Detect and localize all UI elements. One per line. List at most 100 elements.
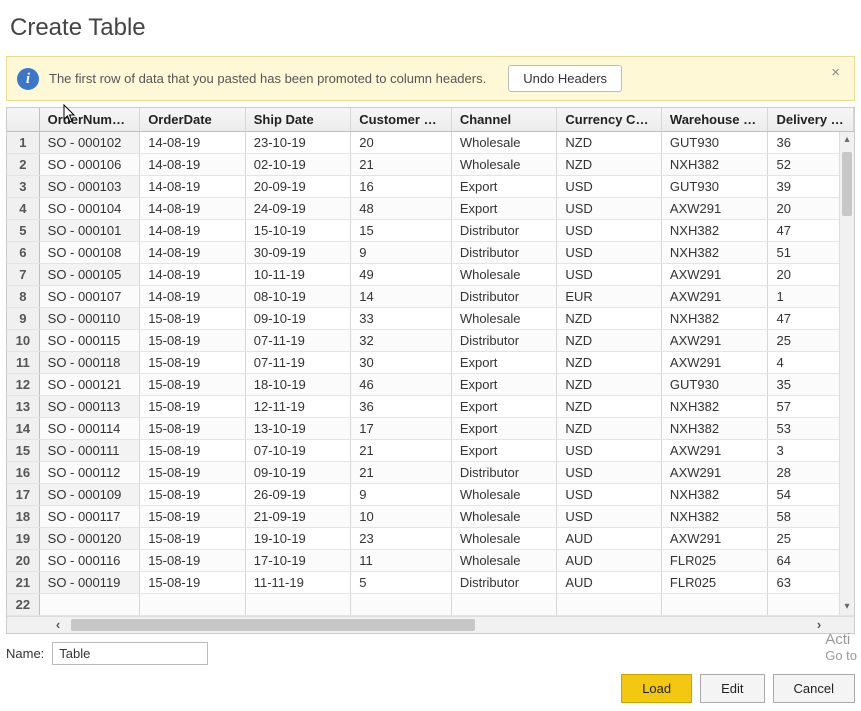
cell-warehouse[interactable]: NXH382 bbox=[661, 395, 768, 417]
cell-channel[interactable]: Wholesale bbox=[451, 527, 557, 549]
cell-ordernumber[interactable]: SO - 000108 bbox=[39, 241, 140, 263]
row-number[interactable]: 5 bbox=[7, 219, 39, 241]
cell-ordernumber[interactable]: SO - 000109 bbox=[39, 483, 140, 505]
cell-channel[interactable]: Export bbox=[451, 197, 557, 219]
cell-shipdate[interactable]: 13-10-19 bbox=[245, 417, 351, 439]
cell-warehouse[interactable]: NXH382 bbox=[661, 219, 768, 241]
cell-warehouse[interactable]: AXW291 bbox=[661, 285, 768, 307]
cell-orderdate[interactable]: 15-08-19 bbox=[140, 417, 246, 439]
cell-channel[interactable]: Export bbox=[451, 395, 557, 417]
row-number[interactable]: 22 bbox=[7, 593, 39, 615]
table-row[interactable]: 6SO - 00010814-08-1930-09-199Distributor… bbox=[7, 241, 854, 263]
cell-ordernumber[interactable]: SO - 000111 bbox=[39, 439, 140, 461]
cell-warehouse[interactable]: NXH382 bbox=[661, 153, 768, 175]
row-number[interactable]: 2 bbox=[7, 153, 39, 175]
cell-channel[interactable]: Export bbox=[451, 175, 557, 197]
cell-shipdate[interactable]: 18-10-19 bbox=[245, 373, 351, 395]
cell-customer[interactable]: 9 bbox=[351, 241, 452, 263]
cell-customer[interactable]: 48 bbox=[351, 197, 452, 219]
row-number[interactable]: 18 bbox=[7, 505, 39, 527]
cell-channel[interactable]: Wholesale bbox=[451, 153, 557, 175]
cell-currency[interactable]: NZD bbox=[557, 395, 662, 417]
scroll-up-icon[interactable]: ▴ bbox=[840, 132, 854, 148]
table-row[interactable]: 10SO - 00011515-08-1907-11-1932Distribut… bbox=[7, 329, 854, 351]
cell-currency[interactable]: NZD bbox=[557, 351, 662, 373]
cell-ordernumber[interactable]: SO - 000106 bbox=[39, 153, 140, 175]
cell-channel[interactable]: Wholesale bbox=[451, 505, 557, 527]
cell-warehouse[interactable]: AXW291 bbox=[661, 527, 768, 549]
cell-channel[interactable]: Wholesale bbox=[451, 307, 557, 329]
cell-warehouse[interactable]: AXW291 bbox=[661, 197, 768, 219]
table-row[interactable]: 21SO - 00011915-08-1911-11-195Distributo… bbox=[7, 571, 854, 593]
undo-headers-button[interactable]: Undo Headers bbox=[508, 65, 622, 92]
col-header-ordernumber[interactable]: OrderNumber bbox=[39, 108, 140, 131]
cell-warehouse[interactable]: FLR025 bbox=[661, 549, 768, 571]
row-number[interactable]: 11 bbox=[7, 351, 39, 373]
cell-currency[interactable]: USD bbox=[557, 505, 662, 527]
row-number[interactable]: 6 bbox=[7, 241, 39, 263]
cell-channel[interactable]: Wholesale bbox=[451, 549, 557, 571]
cell-channel[interactable]: Distributor bbox=[451, 241, 557, 263]
cell-orderdate[interactable]: 14-08-19 bbox=[140, 219, 246, 241]
cell-shipdate[interactable]: 30-09-19 bbox=[245, 241, 351, 263]
col-header-orderdate[interactable]: OrderDate bbox=[140, 108, 246, 131]
table-row[interactable]: 4SO - 00010414-08-1924-09-1948ExportUSDA… bbox=[7, 197, 854, 219]
row-number[interactable]: 19 bbox=[7, 527, 39, 549]
cell-shipdate[interactable]: 09-10-19 bbox=[245, 307, 351, 329]
cell-warehouse[interactable]: AXW291 bbox=[661, 263, 768, 285]
cell-currency[interactable]: USD bbox=[557, 439, 662, 461]
cell-shipdate[interactable]: 26-09-19 bbox=[245, 483, 351, 505]
cell-shipdate[interactable]: 17-10-19 bbox=[245, 549, 351, 571]
cell-customer[interactable]: 21 bbox=[351, 461, 452, 483]
cell-shipdate[interactable]: 02-10-19 bbox=[245, 153, 351, 175]
cell-ordernumber[interactable] bbox=[39, 593, 140, 615]
cell-orderdate[interactable]: 14-08-19 bbox=[140, 285, 246, 307]
cell-orderdate[interactable]: 14-08-19 bbox=[140, 131, 246, 153]
cell-ordernumber[interactable]: SO - 000119 bbox=[39, 571, 140, 593]
table-row[interactable]: 22 bbox=[7, 593, 854, 615]
table-row[interactable]: 9SO - 00011015-08-1909-10-1933WholesaleN… bbox=[7, 307, 854, 329]
table-row[interactable]: 13SO - 00011315-08-1912-11-1936ExportNZD… bbox=[7, 395, 854, 417]
cell-orderdate[interactable]: 15-08-19 bbox=[140, 483, 246, 505]
cell-customer[interactable]: 10 bbox=[351, 505, 452, 527]
table-name-input[interactable] bbox=[52, 642, 208, 665]
cell-warehouse[interactable]: NXH382 bbox=[661, 417, 768, 439]
cell-ordernumber[interactable]: SO - 000110 bbox=[39, 307, 140, 329]
cell-currency[interactable]: USD bbox=[557, 219, 662, 241]
cell-customer[interactable]: 21 bbox=[351, 439, 452, 461]
cell-orderdate[interactable]: 15-08-19 bbox=[140, 505, 246, 527]
cell-orderdate[interactable]: 15-08-19 bbox=[140, 329, 246, 351]
cell-ordernumber[interactable]: SO - 000115 bbox=[39, 329, 140, 351]
table-row[interactable]: 2SO - 00010614-08-1902-10-1921WholesaleN… bbox=[7, 153, 854, 175]
row-number[interactable]: 4 bbox=[7, 197, 39, 219]
cell-shipdate[interactable]: 21-09-19 bbox=[245, 505, 351, 527]
cell-orderdate[interactable]: 15-08-19 bbox=[140, 527, 246, 549]
cell-orderdate[interactable]: 15-08-19 bbox=[140, 549, 246, 571]
cell-currency[interactable]: USD bbox=[557, 263, 662, 285]
table-row[interactable]: 3SO - 00010314-08-1920-09-1916ExportUSDG… bbox=[7, 175, 854, 197]
cell-ordernumber[interactable]: SO - 000117 bbox=[39, 505, 140, 527]
cell-channel[interactable]: Distributor bbox=[451, 461, 557, 483]
cell-currency[interactable]: USD bbox=[557, 483, 662, 505]
cell-channel[interactable]: Wholesale bbox=[451, 483, 557, 505]
cell-currency[interactable]: USD bbox=[557, 197, 662, 219]
col-header-currencycode[interactable]: Currency Code bbox=[557, 108, 662, 131]
col-header-customername[interactable]: Customer Na... bbox=[351, 108, 452, 131]
cell-currency[interactable]: NZD bbox=[557, 329, 662, 351]
cell-currency[interactable]: USD bbox=[557, 175, 662, 197]
cell-currency[interactable]: NZD bbox=[557, 131, 662, 153]
load-button[interactable]: Load bbox=[621, 674, 692, 703]
row-number[interactable]: 1 bbox=[7, 131, 39, 153]
row-number[interactable]: 21 bbox=[7, 571, 39, 593]
row-number[interactable]: 20 bbox=[7, 549, 39, 571]
cell-currency[interactable]: AUD bbox=[557, 549, 662, 571]
cell-shipdate[interactable]: 23-10-19 bbox=[245, 131, 351, 153]
row-number[interactable]: 10 bbox=[7, 329, 39, 351]
cell-currency[interactable]: AUD bbox=[557, 571, 662, 593]
cancel-button[interactable]: Cancel bbox=[773, 674, 855, 703]
cell-customer[interactable]: 46 bbox=[351, 373, 452, 395]
cell-channel[interactable]: Export bbox=[451, 351, 557, 373]
row-number[interactable]: 9 bbox=[7, 307, 39, 329]
table-row[interactable]: 16SO - 00011215-08-1909-10-1921Distribut… bbox=[7, 461, 854, 483]
cell-warehouse[interactable]: AXW291 bbox=[661, 329, 768, 351]
